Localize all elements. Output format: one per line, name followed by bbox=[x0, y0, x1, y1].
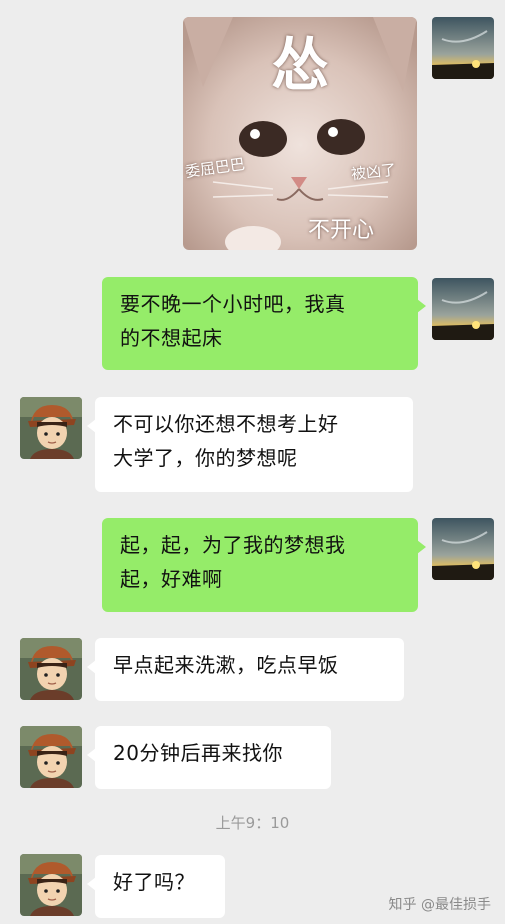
sunset-avatar-icon bbox=[432, 518, 494, 580]
contact-avatar[interactable] bbox=[20, 854, 82, 916]
message-line: 要不晚一个小时吧，我真 bbox=[120, 292, 346, 316]
cat-sticker-image[interactable]: 怂 委屈巴巴 被凶了 不开心 bbox=[183, 17, 417, 250]
contact-avatar[interactable] bbox=[20, 397, 82, 459]
sticker-main-char: 怂 bbox=[271, 31, 330, 99]
my-avatar[interactable] bbox=[432, 17, 494, 79]
sunset-avatar-icon bbox=[432, 17, 494, 79]
message-line: 起，好难啊 bbox=[120, 567, 223, 591]
message-line: 20分钟后再来找你 bbox=[113, 741, 283, 765]
message-line: 起，起，为了我的梦想我 bbox=[120, 533, 346, 557]
sticker-bottom-caption: 不开心 bbox=[308, 218, 375, 243]
contact-avatar[interactable] bbox=[20, 638, 82, 700]
message-bubble-outgoing[interactable]: 要不晚一个小时吧，我真 的不想起床 bbox=[102, 277, 426, 370]
message-bubble-incoming[interactable]: 好了吗？ bbox=[87, 855, 225, 918]
message-bubble-outgoing[interactable]: 起，起，为了我的梦想我 起，好难啊 bbox=[102, 518, 426, 612]
cartoon-boy-avatar-icon bbox=[20, 397, 82, 459]
message-timestamp: 上午9：10 bbox=[215, 814, 290, 832]
cartoon-boy-avatar-icon bbox=[20, 854, 82, 916]
message-bubble-incoming[interactable]: 不可以你还想不想考上好 大学了，你的梦想呢 bbox=[87, 397, 413, 492]
contact-avatar[interactable] bbox=[20, 726, 82, 788]
cartoon-boy-avatar-icon bbox=[20, 638, 82, 700]
message-line: 不可以你还想不想考上好 bbox=[113, 412, 339, 436]
watermark-text: 知乎 @最佳损手 bbox=[388, 897, 491, 913]
my-avatar[interactable] bbox=[432, 278, 494, 340]
message-line: 的不想起床 bbox=[120, 326, 223, 350]
message-line: 大学了，你的梦想呢 bbox=[113, 446, 298, 470]
my-avatar[interactable] bbox=[432, 518, 494, 580]
message-line: 早点起来洗漱，吃点早饭 bbox=[113, 653, 339, 677]
message-line: 好了吗？ bbox=[113, 870, 195, 894]
message-bubble-incoming[interactable]: 20分钟后再来找你 bbox=[87, 726, 331, 789]
sunset-avatar-icon bbox=[432, 278, 494, 340]
cartoon-boy-avatar-icon bbox=[20, 726, 82, 788]
message-bubble-incoming[interactable]: 早点起来洗漱，吃点早饭 bbox=[87, 638, 404, 701]
